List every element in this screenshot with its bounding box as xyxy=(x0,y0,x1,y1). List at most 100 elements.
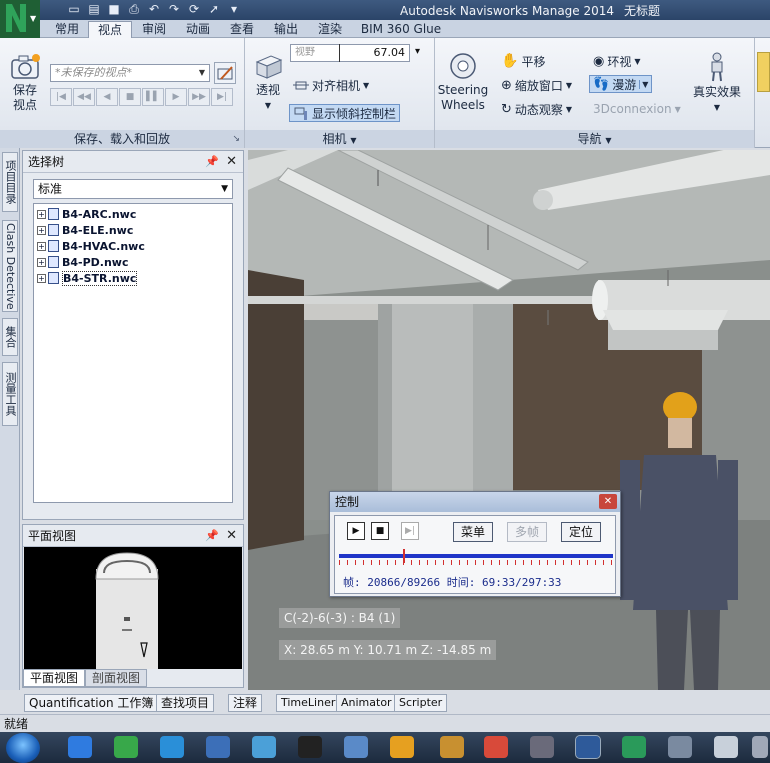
tab-plan-view[interactable]: 平面视图 xyxy=(23,669,86,687)
slider-thumb[interactable] xyxy=(403,549,405,563)
stop-button[interactable]: ■ xyxy=(371,522,389,540)
overflow-panel-edge[interactable] xyxy=(757,52,770,92)
tree-item[interactable]: + B4-ARC.nwc xyxy=(34,206,232,222)
tab-animator[interactable]: Animator xyxy=(336,694,397,712)
first-frame-icon[interactable]: |◀ xyxy=(50,88,72,106)
vtab-measure-tools[interactable]: 测量工具 xyxy=(2,362,18,426)
expand-icon[interactable]: + xyxy=(37,273,46,283)
expand-icon[interactable]: + xyxy=(37,209,46,219)
close-icon[interactable]: ✕ xyxy=(599,494,617,509)
colorful-app-icon[interactable] xyxy=(484,736,508,758)
tab-view[interactable]: 查看 xyxy=(222,21,262,38)
redo-icon[interactable]: ↷ xyxy=(166,2,182,17)
last-frame-icon[interactable]: ▶| xyxy=(211,88,233,106)
tray-icon[interactable] xyxy=(752,736,768,758)
start-button-icon[interactable] xyxy=(6,733,40,763)
tab-scripter[interactable]: Scripter xyxy=(394,694,448,712)
tab-home[interactable]: 常用 xyxy=(48,21,86,38)
tab-find-items[interactable]: 查找项目 xyxy=(156,694,215,712)
tree-item[interactable]: + B4-PD.nwc xyxy=(34,254,232,270)
close-icon[interactable]: ✕ xyxy=(226,525,237,547)
steering-wheels-button[interactable]: Steering Wheels xyxy=(437,52,489,113)
stop-icon[interactable]: ■ xyxy=(119,88,141,106)
app-s-icon[interactable] xyxy=(160,736,184,758)
tree-item[interactable]: + B4-ELE.nwc xyxy=(34,222,232,238)
browser-icon[interactable] xyxy=(114,736,138,758)
office-icon[interactable] xyxy=(390,736,414,758)
saved-viewpoint-dropdown[interactable]: *未保存的视点* ▼ xyxy=(50,64,210,82)
look-around-button[interactable]: ◉ 环视 ▼ xyxy=(593,52,641,70)
step-back-icon[interactable]: ◀◀ xyxy=(73,88,95,106)
plan-view-canvas[interactable] xyxy=(24,547,242,669)
zoom-window-button[interactable]: ⊕ 缩放窗口 ▼ xyxy=(501,76,572,94)
pin-icon[interactable]: 📌 xyxy=(205,525,219,547)
align-camera-button[interactable]: 对齐相机 ▼ xyxy=(293,76,369,94)
play-icon[interactable]: ▶ xyxy=(165,88,187,106)
tree-mode-dropdown[interactable]: 标准 ▼ xyxy=(33,179,233,199)
new-file-icon[interactable]: ▭ xyxy=(66,2,82,17)
panel-expand-icon[interactable]: ↘ xyxy=(232,130,240,148)
fov-spinner-icon[interactable]: ▾ xyxy=(415,46,420,57)
orbit-button[interactable]: ↻ 动态观察 ▼ xyxy=(501,100,572,118)
menu-button[interactable]: 菜单 xyxy=(453,522,493,542)
close-icon[interactable]: ✕ xyxy=(226,151,237,173)
tab-animation[interactable]: 动画 xyxy=(178,21,218,38)
qat-dropdown-icon[interactable]: ▾ xyxy=(226,2,242,17)
tree-item[interactable]: + B4-HVAC.nwc xyxy=(34,238,232,254)
vtab-project-directory[interactable]: 项目目录 xyxy=(2,152,18,212)
select-icon[interactable]: ➚ xyxy=(206,2,222,17)
expand-icon[interactable]: + xyxy=(37,225,46,235)
frame-slider[interactable] xyxy=(339,549,613,568)
perspective-button[interactable]: 透视 ▼ xyxy=(251,52,285,113)
tab-output[interactable]: 输出 xyxy=(266,21,306,38)
media-player-icon[interactable] xyxy=(622,736,646,758)
tab-timeliner[interactable]: TimeLiner xyxy=(276,694,341,712)
app-blue-icon[interactable] xyxy=(206,736,230,758)
tab-bim360-glue[interactable]: BIM 360 Glue xyxy=(356,21,446,38)
3dconnexion-button[interactable]: 3Dconnexion ▼ xyxy=(593,100,681,118)
coin-app-icon[interactable] xyxy=(440,736,464,758)
vtab-clash-detective[interactable]: Clash Detective xyxy=(2,220,18,312)
application-menu-button[interactable]: ▼ xyxy=(0,0,40,38)
manage-viewpoints-button[interactable] xyxy=(214,62,236,84)
notepad-icon[interactable] xyxy=(714,736,738,758)
control-dialog-titlebar[interactable]: 控制 ✕ xyxy=(330,492,620,512)
play-button[interactable]: ▶ xyxy=(347,522,365,540)
tree-item[interactable]: + B4-STR.nwc xyxy=(34,270,232,286)
tab-section-view[interactable]: 剖面视图 xyxy=(85,669,148,687)
locate-button[interactable]: 定位 xyxy=(561,522,601,542)
vtab-sets[interactable]: 集合 xyxy=(2,318,18,356)
chevron-down-icon[interactable]: ▼ xyxy=(639,79,648,89)
step-forward-icon[interactable]: ▶▶ xyxy=(188,88,210,106)
save-viewpoint-button[interactable]: 保存 视点 xyxy=(6,52,44,113)
pan-button[interactable]: ✋ 平移 xyxy=(501,52,545,70)
print-icon[interactable]: ⎙ xyxy=(126,2,142,17)
qq-icon[interactable] xyxy=(298,736,322,758)
play-reverse-icon[interactable]: ◀ xyxy=(96,88,118,106)
tab-viewpoint[interactable]: 视点 xyxy=(88,21,132,38)
open-file-icon[interactable]: ▤ xyxy=(86,2,102,17)
tab-quantification-workbook[interactable]: Quantification 工作簿 xyxy=(24,694,159,712)
pause-icon[interactable]: ▌▌ xyxy=(142,88,164,106)
save-icon[interactable]: ■ xyxy=(106,2,122,17)
undo-icon[interactable]: ↶ xyxy=(146,2,162,17)
screen-app-icon[interactable] xyxy=(668,736,692,758)
internet-explorer-icon[interactable] xyxy=(68,736,92,758)
walk-button[interactable]: 👣 漫游 ▼ xyxy=(589,75,653,93)
expand-icon[interactable]: + xyxy=(37,241,46,251)
field-of-view-field[interactable]: 视野 67.04 xyxy=(290,44,410,62)
network-icon[interactable] xyxy=(252,736,276,758)
multi-frame-button[interactable]: 多帧 xyxy=(507,522,547,542)
expand-icon[interactable]: + xyxy=(37,257,46,267)
revit-icon[interactable] xyxy=(530,736,554,758)
tab-comments[interactable]: 注释 xyxy=(228,694,263,712)
pin-icon[interactable]: 📌 xyxy=(205,151,219,173)
tab-render[interactable]: 渲染 xyxy=(310,21,350,38)
step-button[interactable]: ▶| xyxy=(401,522,419,540)
navisworks-taskbar-icon[interactable] xyxy=(575,735,601,759)
tab-review[interactable]: 审阅 xyxy=(134,21,174,38)
realism-button[interactable]: 真实效果 ▼ xyxy=(689,52,745,115)
show-tilt-bar-button[interactable]: 显示倾斜控制栏 xyxy=(289,104,401,122)
users-icon[interactable] xyxy=(344,736,368,758)
refresh-icon[interactable]: ⟳ xyxy=(186,2,202,17)
